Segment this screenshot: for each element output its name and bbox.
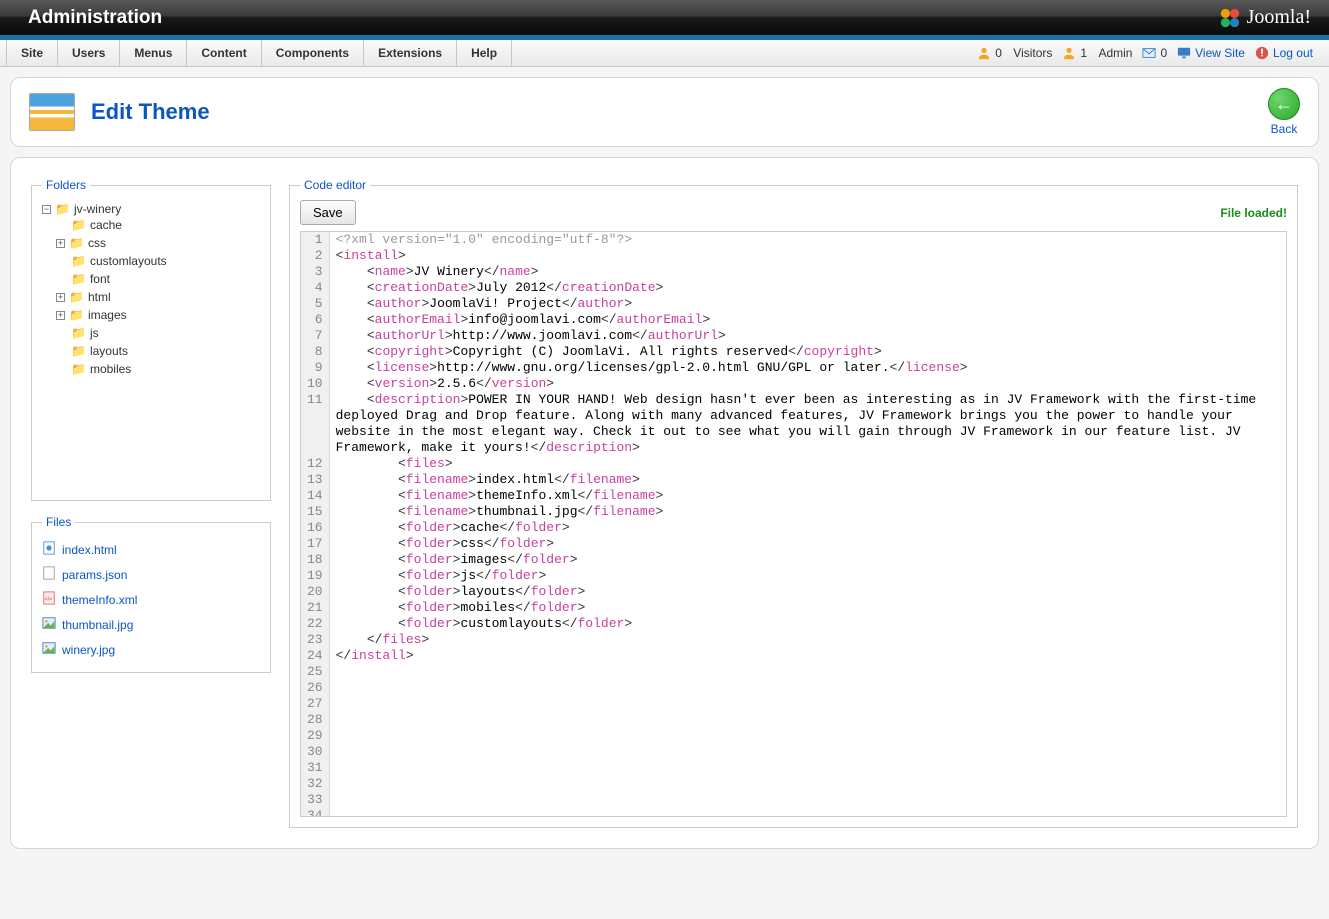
folder-icon: 📁 <box>71 272 86 286</box>
file-item[interactable]: thumbnail.jpg <box>42 612 260 637</box>
file-item[interactable]: index.html <box>42 537 260 562</box>
brand-logo: Joomla! <box>1219 6 1311 29</box>
file-label: winery.jpg <box>62 643 115 657</box>
app-header: Administration Joomla! <box>0 0 1329 40</box>
folder-icon: 📁 <box>69 308 84 322</box>
file-icon <box>42 566 56 583</box>
tree-node-images[interactable]: + 📁 images <box>56 308 260 322</box>
theme-icon <box>29 93 75 131</box>
tree-label: customlayouts <box>90 254 167 268</box>
app-title: Administration <box>28 7 162 29</box>
expand-icon[interactable]: + <box>56 293 65 302</box>
user-icon <box>977 46 991 60</box>
menu-item-components[interactable]: Components <box>262 40 364 66</box>
view-site-link[interactable]: View Site <box>1177 46 1245 60</box>
menu-item-help[interactable]: Help <box>457 40 512 66</box>
tree-label: js <box>90 326 99 340</box>
visitors-status: 0 Visitors <box>977 46 1052 60</box>
file-item[interactable]: </> themeInfo.xml <box>42 587 260 612</box>
menu-item-users[interactable]: Users <box>58 40 120 66</box>
file-label: themeInfo.xml <box>62 593 137 607</box>
back-arrow-icon: ← <box>1268 88 1300 120</box>
folder-icon: 📁 <box>71 326 86 340</box>
tree-label: css <box>88 236 106 250</box>
file-item[interactable]: winery.jpg <box>42 637 260 662</box>
folder-icon: 📁 <box>71 254 86 268</box>
folder-icon: 📁 <box>69 290 84 304</box>
folder-icon: 📁 <box>71 344 86 358</box>
folder-icon: 📁 <box>71 362 86 376</box>
main-content: Folders − 📁 jv-winery 📁cache+📁css📁custom… <box>10 157 1319 849</box>
file-item[interactable]: params.json <box>42 562 260 587</box>
file-icon <box>42 641 56 658</box>
user-icon <box>1062 46 1076 60</box>
tree-label: html <box>88 290 111 304</box>
tree-node-js[interactable]: 📁 js <box>56 326 260 340</box>
tree-root-node[interactable]: − 📁 jv-winery <box>42 202 260 216</box>
svg-text:</>: </> <box>45 597 53 603</box>
expand-icon[interactable]: + <box>56 239 65 248</box>
tree-label: layouts <box>90 344 128 358</box>
tree-node-font[interactable]: 📁 font <box>56 272 260 286</box>
brand-text: Joomla! <box>1247 6 1311 29</box>
folders-panel: Folders − 📁 jv-winery 📁cache+📁css📁custom… <box>31 178 271 501</box>
main-menu: SiteUsersMenusContentComponentsExtension… <box>0 40 512 66</box>
folder-icon: 📁 <box>71 218 86 232</box>
folder-icon: 📁 <box>55 202 70 216</box>
file-icon <box>42 541 56 558</box>
page-title: Edit Theme <box>91 99 210 125</box>
tree-children: 📁cache+📁css📁customlayouts📁font+📁html+📁im… <box>42 216 260 378</box>
folder-icon: 📁 <box>69 236 84 250</box>
editor-legend: Code editor <box>300 178 370 192</box>
file-label: params.json <box>62 568 127 582</box>
joomla-icon <box>1219 7 1241 29</box>
folder-tree[interactable]: − 📁 jv-winery 📁cache+📁css📁customlayouts📁… <box>42 200 260 490</box>
files-legend: Files <box>42 515 75 529</box>
mail-status[interactable]: 0 <box>1142 46 1167 60</box>
tree-label: font <box>90 272 110 286</box>
editor-status: File loaded! <box>1220 206 1287 220</box>
tree-node-cache[interactable]: 📁 cache <box>56 218 260 232</box>
tree-node-css[interactable]: + 📁 css <box>56 236 260 250</box>
file-label: thumbnail.jpg <box>62 618 133 632</box>
back-button[interactable]: ← Back <box>1268 88 1300 136</box>
tree-label: images <box>88 308 127 322</box>
monitor-icon <box>1177 46 1191 60</box>
code-editor-panel: Code editor Save File loaded! 1234567891… <box>289 178 1298 828</box>
tree-node-customlayouts[interactable]: 📁 customlayouts <box>56 254 260 268</box>
tree-node-html[interactable]: + 📁 html <box>56 290 260 304</box>
tree-label: jv-winery <box>74 202 121 216</box>
tree-label: mobiles <box>90 362 131 376</box>
tree-node-mobiles[interactable]: 📁 mobiles <box>56 362 260 376</box>
file-label: index.html <box>62 543 117 557</box>
code-editor[interactable]: 1234567891011121314151617181920212223242… <box>300 231 1287 817</box>
page-header-panel: Edit Theme ← Back <box>10 77 1319 147</box>
menu-item-menus[interactable]: Menus <box>120 40 187 66</box>
mail-icon <box>1142 46 1156 60</box>
menubar: SiteUsersMenusContentComponentsExtension… <box>0 40 1329 67</box>
folders-legend: Folders <box>42 178 90 192</box>
logout-icon <box>1255 46 1269 60</box>
status-area: 0 Visitors 1 Admin 0 View Site Log out <box>977 40 1319 66</box>
tree-node-layouts[interactable]: 📁 layouts <box>56 344 260 358</box>
code-body[interactable]: <?xml version="1.0" encoding="utf-8"?><i… <box>330 232 1286 816</box>
expand-icon[interactable]: + <box>56 311 65 320</box>
menu-item-extensions[interactable]: Extensions <box>364 40 457 66</box>
menu-item-content[interactable]: Content <box>187 40 261 66</box>
files-panel: Files index.html params.json </> themeInfo.… <box>31 515 271 673</box>
collapse-icon[interactable]: − <box>42 205 51 214</box>
admin-status: 1 Admin <box>1062 46 1132 60</box>
menu-item-site[interactable]: Site <box>6 40 58 66</box>
logout-link[interactable]: Log out <box>1255 46 1313 60</box>
files-list: index.html params.json </> themeInfo.xml thu… <box>42 537 260 662</box>
tree-label: cache <box>90 218 122 232</box>
line-gutter: 1234567891011121314151617181920212223242… <box>301 232 330 816</box>
file-icon: </> <box>42 591 56 608</box>
save-button[interactable]: Save <box>300 200 356 225</box>
file-icon <box>42 616 56 633</box>
